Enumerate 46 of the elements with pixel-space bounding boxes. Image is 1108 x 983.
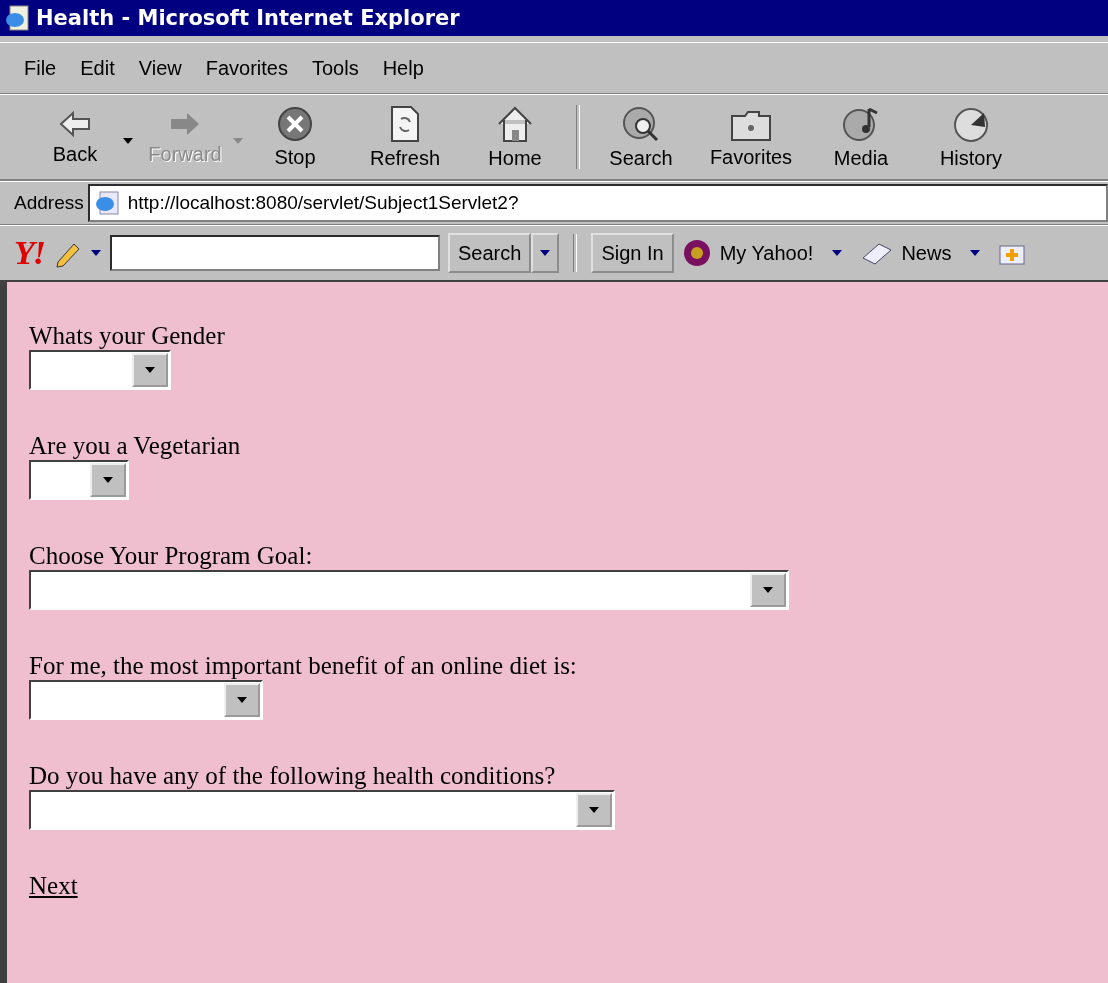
menu-item[interactable]: Help xyxy=(372,56,438,80)
dropdown-select[interactable] xyxy=(29,680,263,720)
toolbar-button[interactable]: Search xyxy=(586,104,696,170)
dropdown-select[interactable] xyxy=(29,570,789,610)
question-label: Whats your Gender xyxy=(29,322,225,350)
toolbar-button[interactable]: History xyxy=(916,104,1026,170)
menu-item[interactable]: File xyxy=(14,56,71,80)
question-label: Are you a Vegetarian xyxy=(29,432,241,460)
toolbar-button[interactable]: Refresh xyxy=(350,104,460,170)
menu-item[interactable]: Tools xyxy=(301,56,373,80)
browser-icon xyxy=(4,4,30,32)
question-label: Do you have any of the following health conditions? xyxy=(29,762,556,790)
question-label: For me, the most important benefit of an online diet is: xyxy=(29,652,577,680)
address-field[interactable]: http://localhost:8080/servlet/Subject1Servlet2? xyxy=(87,184,1108,222)
menu-item[interactable]: Favorites xyxy=(195,56,302,80)
dropdown-select[interactable] xyxy=(29,790,615,830)
search-button[interactable]: Search xyxy=(448,233,532,273)
stop-icon xyxy=(277,105,313,142)
next-link[interactable]: Next xyxy=(29,872,78,900)
toolbar-link[interactable]: My Yahoo! xyxy=(719,241,814,265)
toolbar-link[interactable]: News xyxy=(901,241,952,265)
dropdown-caret-icon[interactable] xyxy=(122,137,134,145)
dropdown-caret-icon[interactable] xyxy=(831,249,844,257)
dropdown-caret-icon[interactable] xyxy=(969,249,982,257)
dropdown-select[interactable] xyxy=(29,460,129,500)
toolbar-button[interactable]: Stop xyxy=(240,105,350,169)
refresh-page-icon xyxy=(389,104,421,143)
address-label: Address xyxy=(14,192,84,214)
sign-in-button[interactable]: Sign In xyxy=(591,233,674,273)
dropdown-select[interactable] xyxy=(29,350,171,390)
toolbar-button[interactable]: Media xyxy=(806,104,916,170)
menu-item[interactable]: View xyxy=(128,56,196,80)
menu-item[interactable]: Edit xyxy=(70,56,129,80)
dropdown-caret-icon[interactable] xyxy=(90,249,102,257)
globe-magnifier-icon xyxy=(621,104,661,143)
ball-icon xyxy=(681,238,712,268)
window-title: Health - Microsoft Internet Explorer xyxy=(36,6,460,30)
search-dropdown-button[interactable] xyxy=(531,233,560,273)
question-label: Choose Your Program Goal: xyxy=(29,542,313,570)
toolbar-button[interactable]: Back xyxy=(20,108,130,166)
caret-icon xyxy=(539,249,552,257)
toolbar-button[interactable]: Home xyxy=(460,104,570,170)
search-field[interactable] xyxy=(110,235,440,271)
toolbar-button[interactable]: Favorites xyxy=(696,105,806,169)
back-arrow-icon xyxy=(57,108,93,139)
page-icon xyxy=(93,190,120,216)
